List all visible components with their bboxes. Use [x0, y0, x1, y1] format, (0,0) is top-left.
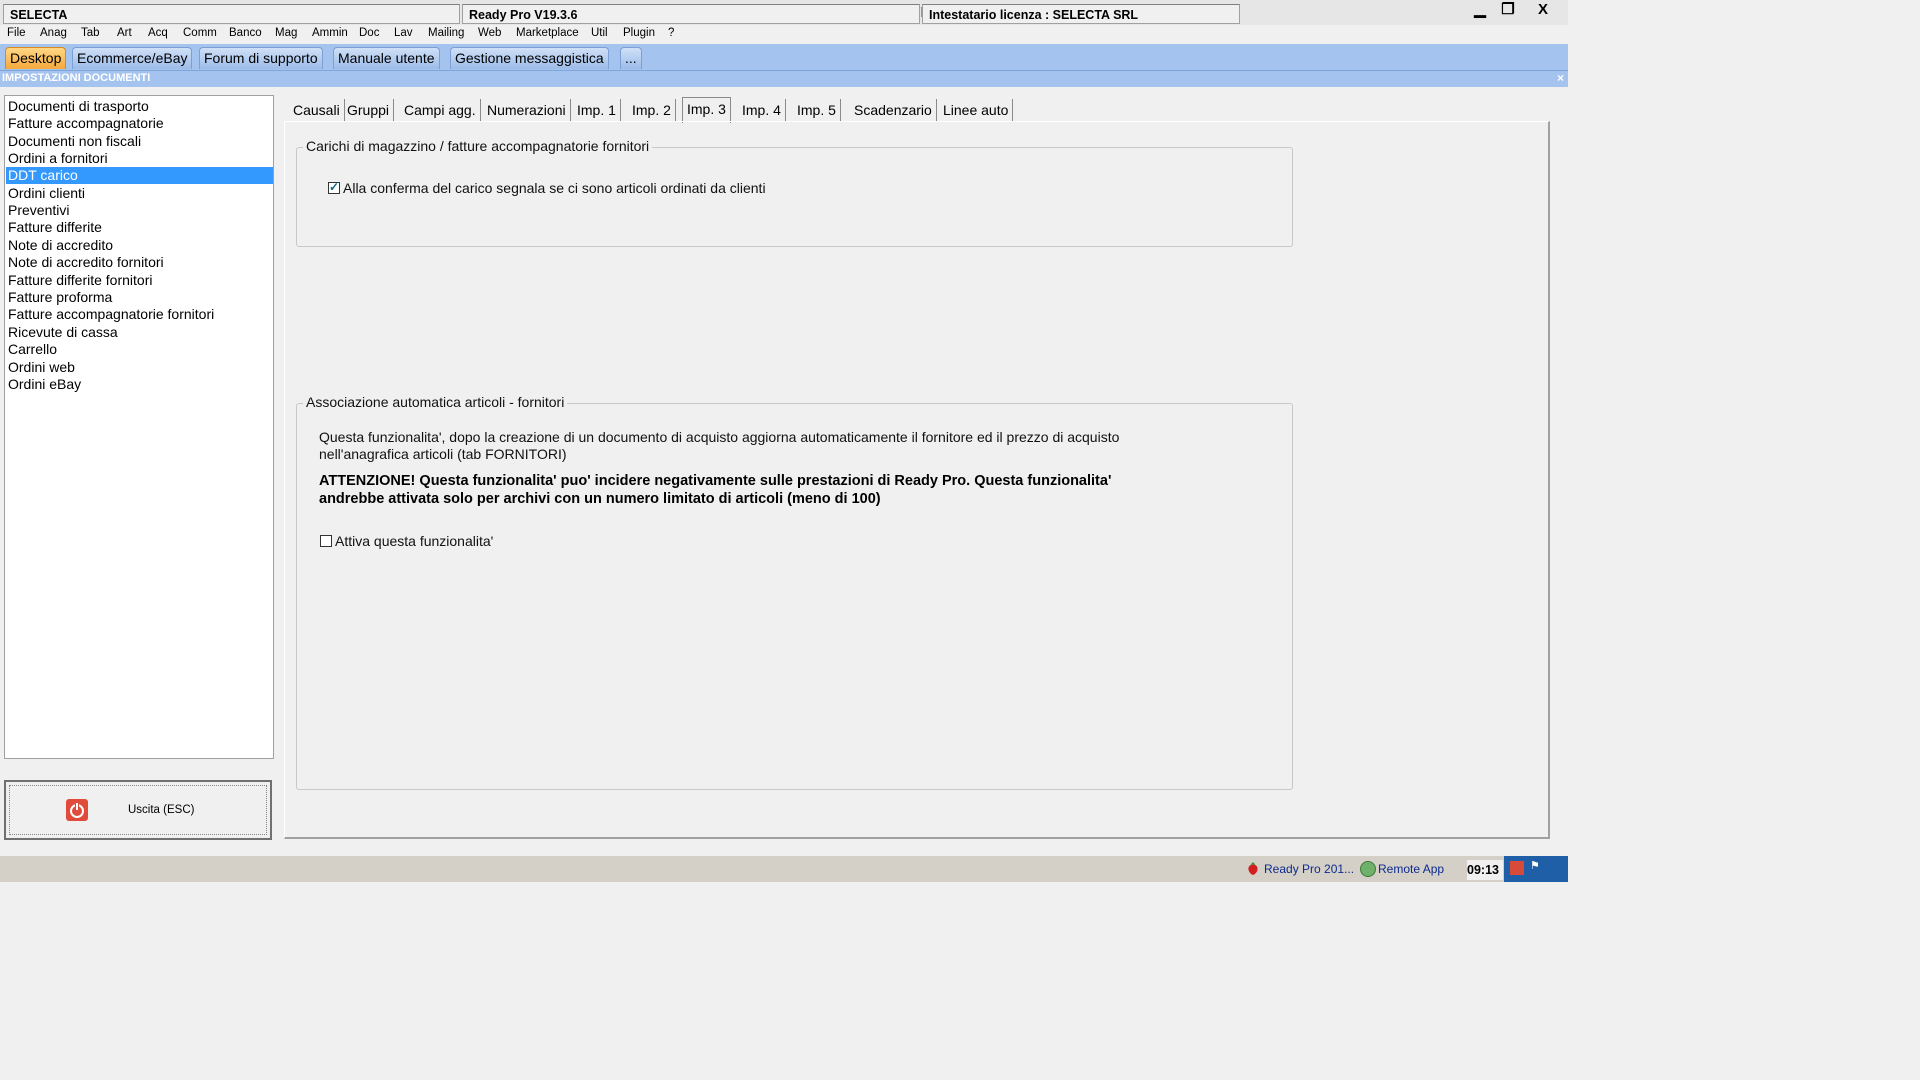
- power-icon: [66, 799, 88, 821]
- list-item[interactable]: Ordini eBay: [6, 376, 273, 393]
- list-item[interactable]: Fatture accompagnatorie fornitori: [6, 306, 273, 323]
- list-item[interactable]: Documenti non fiscali: [6, 133, 273, 150]
- menu-doc[interactable]: Doc: [359, 27, 379, 39]
- tab-more[interactable]: ...: [620, 47, 642, 69]
- menu-art[interactable]: Art: [117, 27, 132, 39]
- list-item[interactable]: Ricevute di cassa: [6, 324, 273, 341]
- remote-app-icon: [1360, 861, 1376, 877]
- menu-bar: File Anag Tab Art Acq Comm Banco Mag Amm…: [0, 25, 1568, 43]
- assoc-description-line-2: nell'anagrafica articoli (tab FORNITORI): [319, 446, 567, 462]
- tab-forum[interactable]: Forum di supporto: [199, 47, 323, 69]
- menu-marketplace[interactable]: Marketplace: [516, 27, 579, 39]
- checkbox-attiva-funzionalita[interactable]: [320, 535, 332, 547]
- status-license: Intestatario licenza : SELECTA SRL: [922, 4, 1240, 24]
- list-item-selected[interactable]: DDT carico: [6, 167, 273, 184]
- tab-numerazioni[interactable]: Numerazioni: [483, 99, 571, 121]
- list-item[interactable]: Fatture proforma: [6, 289, 273, 306]
- taskbar-remote-app[interactable]: Remote App: [1378, 858, 1444, 880]
- tab-imp-4[interactable]: Imp. 4: [738, 99, 786, 121]
- menu-mag[interactable]: Mag: [275, 27, 297, 39]
- tab-ecommerce-ebay[interactable]: Ecommerce/eBay: [72, 47, 193, 69]
- list-item[interactable]: Ordini web: [6, 359, 273, 376]
- tray-app-icon[interactable]: [1510, 861, 1524, 875]
- list-item[interactable]: Fatture differite: [6, 219, 273, 236]
- list-item[interactable]: Ordini clienti: [6, 185, 273, 202]
- tab-gruppi[interactable]: Gruppi: [343, 99, 395, 121]
- system-tray: ⚑: [1504, 856, 1568, 882]
- group-carichi-magazzino: Carichi di magazzino / fatture accompagn…: [296, 138, 1293, 247]
- status-version: Ready Pro V19.3.6: [462, 4, 920, 24]
- menu-file[interactable]: File: [7, 27, 26, 39]
- checkbox-attiva-funzionalita-label[interactable]: Attiva questa funzionalita': [335, 533, 493, 549]
- checkbox-segnala-ordinati-label[interactable]: Alla conferma del carico segnala se ci s…: [343, 180, 766, 196]
- tab-manuale[interactable]: Manuale utente: [333, 47, 440, 69]
- clock: 09:13: [1467, 860, 1503, 880]
- section-close-button[interactable]: ×: [1557, 71, 1564, 85]
- tab-imp-2[interactable]: Imp. 2: [628, 99, 676, 121]
- strawberry-taskbar-icon: [1247, 861, 1259, 876]
- tab-imp-3[interactable]: Imp. 3: [682, 97, 731, 123]
- group-associazione-title: Associazione automatica articoli - forni…: [303, 394, 568, 410]
- tab-linee-auto[interactable]: Linee auto: [939, 99, 1014, 121]
- menu-help[interactable]: ?: [668, 27, 674, 39]
- tab-gestione-messaggistica[interactable]: Gestione messaggistica: [450, 47, 609, 69]
- checkbox-segnala-ordinati[interactable]: ✓: [328, 180, 340, 194]
- tab-scadenzario[interactable]: Scadenzario: [850, 99, 937, 121]
- maximize-button[interactable]: ❐: [1492, 0, 1524, 22]
- assoc-warning-line-2: andrebbe attivata solo per archivi con u…: [319, 491, 881, 507]
- checkmark-icon: ✓: [329, 180, 340, 194]
- menu-util[interactable]: Util: [591, 27, 608, 39]
- group-carichi-title: Carichi di magazzino / fatture accompagn…: [303, 138, 653, 154]
- list-item[interactable]: Carrello: [6, 341, 273, 358]
- tab-imp-5[interactable]: Imp. 5: [793, 99, 841, 121]
- list-item[interactable]: Ordini a fornitori: [6, 150, 273, 167]
- menu-ammin[interactable]: Ammin: [312, 27, 348, 39]
- tab-desktop[interactable]: Desktop: [5, 47, 67, 69]
- menu-anag[interactable]: Anag: [40, 27, 67, 39]
- menu-plugin[interactable]: Plugin: [623, 27, 655, 39]
- status-company: SELECTA: [3, 4, 460, 24]
- menu-banco[interactable]: Banco: [229, 27, 262, 39]
- tab-causali[interactable]: Causali: [289, 99, 345, 121]
- list-item[interactable]: Note di accredito: [6, 237, 273, 254]
- tab-campi-agg[interactable]: Campi agg.: [400, 99, 481, 121]
- tab-imp-1[interactable]: Imp. 1: [573, 99, 621, 121]
- list-item[interactable]: Note di accredito fornitori: [6, 254, 273, 271]
- list-item[interactable]: Fatture differite fornitori: [6, 272, 273, 289]
- top-tab-strip: Desktop Ecommerce/eBay Forum di supporto…: [0, 44, 1568, 71]
- group-associazione-automatica: Associazione automatica articoli - forni…: [296, 394, 1293, 790]
- list-item[interactable]: Preventivi: [6, 202, 273, 219]
- assoc-description-line-1: Questa funzionalita', dopo la creazione …: [319, 429, 1120, 445]
- list-item[interactable]: Documenti di trasporto: [6, 98, 273, 115]
- document-type-list[interactable]: Documenti di trasporto Fatture accompagn…: [4, 95, 274, 759]
- menu-mailing[interactable]: Mailing: [428, 27, 464, 39]
- menu-lav[interactable]: Lav: [394, 27, 413, 39]
- list-item[interactable]: Fatture accompagnatorie: [6, 115, 273, 132]
- close-button[interactable]: X: [1526, 0, 1560, 22]
- menu-tab[interactable]: Tab: [81, 27, 100, 39]
- assoc-warning-line-1: ATTENZIONE! Questa funzionalita' puo' in…: [319, 473, 1112, 489]
- tray-flag-icon[interactable]: ⚑: [1530, 859, 1540, 872]
- menu-acq[interactable]: Acq: [148, 27, 168, 39]
- menu-comm[interactable]: Comm: [183, 27, 217, 39]
- menu-web[interactable]: Web: [478, 27, 501, 39]
- section-header: IMPOSTAZIONI DOCUMENTI ×: [0, 71, 1568, 87]
- exit-button[interactable]: Uscita (ESC): [4, 780, 272, 840]
- taskbar-ready-pro[interactable]: Ready Pro 201...: [1264, 858, 1354, 880]
- section-title: IMPOSTAZIONI DOCUMENTI: [2, 72, 151, 84]
- exit-button-label: Uscita (ESC): [128, 804, 195, 816]
